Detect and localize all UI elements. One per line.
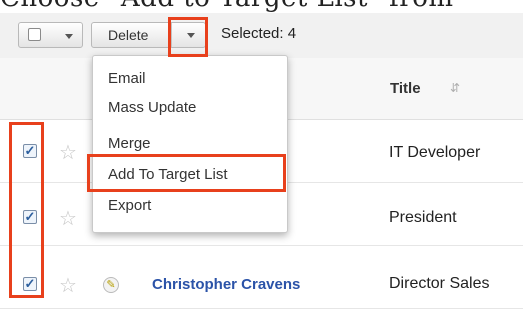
edit-pencil-icon[interactable]: ✎	[103, 277, 119, 293]
row-title: President	[389, 209, 457, 226]
select-all-checkbox[interactable]	[28, 28, 41, 41]
selected-count: Selected: 4	[221, 25, 297, 42]
row-checkbox[interactable]: ✓	[23, 277, 37, 291]
menu-item-mass-update[interactable]: Mass Update	[108, 99, 196, 116]
column-header-title[interactable]: Title	[390, 80, 421, 97]
sort-icon[interactable]: ⇵	[450, 81, 460, 95]
favorite-star-icon[interactable]: ☆	[59, 206, 77, 231]
actions-dropdown-menu: Email Mass Update Merge Add To Target Li…	[92, 55, 288, 233]
document-heading: Choose "Add to Target List" from	[0, 0, 523, 13]
favorite-star-icon[interactable]: ☆	[59, 273, 77, 298]
menu-item-email[interactable]: Email	[108, 70, 146, 87]
row-name-link[interactable]: Christopher Cravens	[152, 276, 300, 293]
menu-item-merge[interactable]: Merge	[108, 135, 151, 152]
row-checkbox[interactable]: ✓	[23, 210, 37, 224]
select-all-dropdown[interactable]	[18, 22, 83, 48]
menu-item-add-to-target-list[interactable]: Add To Target List	[108, 166, 228, 183]
table-row: ✓ ☆ ✎ Christopher Cravens Director Sales	[0, 246, 523, 309]
row-title: IT Developer	[389, 144, 481, 161]
row-checkbox[interactable]: ✓	[23, 144, 37, 158]
delete-button[interactable]: Delete	[108, 27, 148, 43]
delete-split-button: Delete	[91, 22, 206, 48]
actions-menu-chevron-icon[interactable]	[187, 33, 195, 38]
menu-item-export[interactable]: Export	[108, 197, 151, 214]
favorite-star-icon[interactable]: ☆	[59, 140, 77, 165]
chevron-down-icon	[65, 34, 73, 39]
row-title: Director Sales	[389, 275, 490, 292]
list-toolbar: Delete Selected: 4	[0, 13, 523, 59]
button-divider	[171, 23, 172, 47]
